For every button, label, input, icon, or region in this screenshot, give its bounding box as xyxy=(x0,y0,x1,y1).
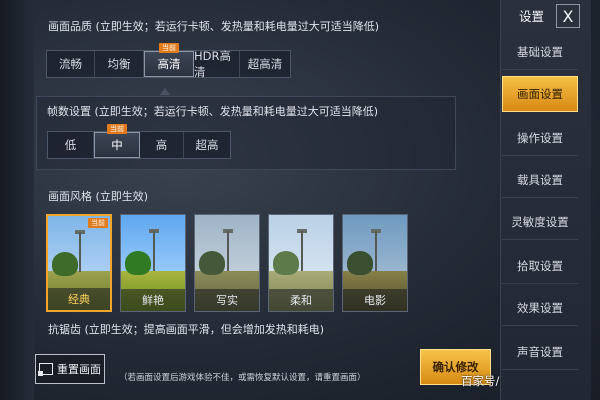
quality-option-hdr[interactable]: HDR高清 xyxy=(194,49,240,79)
tower-icon xyxy=(79,232,81,272)
reset-note: （若画面设置后游戏体验不佳，或需恢复默认设置，请重置画面） xyxy=(119,373,366,383)
style-card-label: 鲜艳 xyxy=(121,289,185,311)
fps-option-low[interactable]: 低 xyxy=(48,132,94,158)
sidebar-item-pickup[interactable]: 拾取设置 xyxy=(502,248,578,284)
left-frame-edge xyxy=(0,0,34,400)
antialias-title: 抗锯齿 (立即生效；提高画面平滑，但会增加发热和耗电) xyxy=(48,323,325,336)
sidebar-item-controls[interactable]: 操作设置 xyxy=(502,120,578,156)
style-card-classic[interactable]: 当前 经典 xyxy=(46,214,112,312)
style-card-label: 柔和 xyxy=(269,289,333,311)
quality-title: 画面品质 (立即生效；若运行卡顿、发热量和耗电量过大可适当降低) xyxy=(48,20,380,33)
sidebar-item-effects[interactable]: 效果设置 xyxy=(502,290,578,326)
tree-icon xyxy=(199,251,225,275)
style-card-vivid[interactable]: 鲜艳 xyxy=(120,214,186,312)
sidebar-item-sensitivity[interactable]: 灵敏度设置 xyxy=(502,204,578,240)
fps-panel: 帧数设置 (立即生效；若运行卡顿、发热量和耗电量过大可适当降低) 低 当前 中 … xyxy=(36,96,456,170)
fps-option-medium[interactable]: 当前 中 xyxy=(94,124,140,158)
style-card-label: 电影 xyxy=(343,289,407,311)
quality-option-balanced[interactable]: 均衡 xyxy=(95,51,144,77)
current-badge: 当前 xyxy=(159,43,179,53)
sidebar-item-basic[interactable]: 基础设置 xyxy=(502,34,578,70)
quality-option-hd[interactable]: 当前 高清 xyxy=(144,43,194,77)
reset-icon xyxy=(38,363,53,376)
tree-icon xyxy=(347,251,373,275)
fps-segmented-control: 低 当前 中 高 超高 xyxy=(47,124,231,159)
style-title: 画面风格 (立即生效) xyxy=(48,190,149,203)
quality-option-ultra[interactable]: 超高清 xyxy=(240,51,290,77)
sidebar-title: 设置 xyxy=(519,9,545,24)
sidebar-item-sound[interactable]: 声音设置 xyxy=(502,334,578,370)
tree-icon xyxy=(273,251,299,275)
style-card-soft[interactable]: 柔和 xyxy=(268,214,334,312)
fps-option-ultra[interactable]: 超高 xyxy=(184,132,230,158)
tower-icon xyxy=(227,231,229,271)
fps-option-high[interactable]: 高 xyxy=(140,132,184,158)
sidebar-item-display[interactable]: 画面设置 xyxy=(502,76,578,112)
close-icon: X xyxy=(562,6,574,26)
tower-icon xyxy=(301,231,303,271)
current-badge: 当前 xyxy=(88,218,108,228)
tower-icon xyxy=(153,231,155,271)
fps-title: 帧数设置 (立即生效；若运行卡顿、发热量和耗电量过大可适当降低) xyxy=(47,105,379,118)
settings-content: 画面品质 (立即生效；若运行卡顿、发热量和耗电量过大可适当降低) 流畅 均衡 当… xyxy=(36,0,494,400)
caret-indicator xyxy=(160,88,170,95)
style-card-label: 经典 xyxy=(48,288,110,310)
close-button[interactable]: X xyxy=(556,4,580,28)
current-badge: 当前 xyxy=(107,124,127,134)
tower-icon xyxy=(375,231,377,271)
tree-icon xyxy=(125,251,151,275)
tree-icon xyxy=(52,252,78,276)
quality-segmented-control: 流畅 均衡 当前 高清 HDR高清 超高清 xyxy=(46,43,291,79)
style-card-realistic[interactable]: 写实 xyxy=(194,214,260,312)
style-card-label: 写实 xyxy=(195,289,259,311)
style-card-cinematic[interactable]: 电影 xyxy=(342,214,408,312)
reset-display-button[interactable]: 重置画面 xyxy=(35,354,105,384)
quality-option-smooth[interactable]: 流畅 xyxy=(47,51,95,77)
sidebar-item-vehicle[interactable]: 载具设置 xyxy=(502,162,578,198)
style-card-row: 当前 经典 鲜艳 写实 柔和 电影 xyxy=(46,214,408,312)
